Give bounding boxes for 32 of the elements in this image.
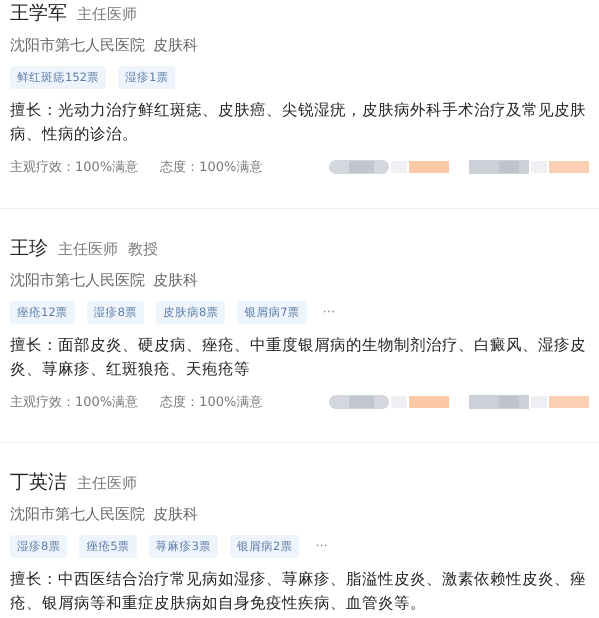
- vote-tag: 荨麻疹3票: [148, 535, 218, 558]
- vote-tag: 皮肤病8票: [156, 301, 226, 324]
- hospital-name: 沈阳市第七人民医院: [10, 270, 145, 290]
- specialty-text: 擅长：面部皮炎、硬皮病、痤疮、中重度银屑病的生物制剂治疗、白癜风、湿疹皮炎、荨麻疹、红斑狼疮、天疱疮等: [10, 335, 587, 380]
- more-button[interactable]: ···: [311, 539, 332, 554]
- efficacy-rating: 主观疗效：100%满意: [10, 159, 138, 176]
- doctor-title: 主任医师: [58, 240, 118, 259]
- doctor-name: 王学军: [10, 1, 67, 26]
- efficacy-rating: 主观疗效：100%满意: [10, 394, 138, 411]
- department-name: 皮肤科: [153, 504, 198, 524]
- vote-tag: 痤疮12票: [10, 301, 75, 324]
- vote-tag: 鲜红斑痣152票: [10, 66, 106, 89]
- doctor-title: 教授: [128, 240, 158, 259]
- hospital-name: 沈阳市第七人民医院: [10, 504, 145, 524]
- specialty-text: 擅长：光动力治疗鲜红斑痣、皮肤癌、尖锐湿疣，皮肤病外科手术治疗及常见皮肤病、性病的诊治。: [10, 100, 587, 145]
- vote-tag: 湿疹8票: [86, 301, 144, 324]
- specialty-text: 擅长：中西医结合治疗常见病如湿疹、荨麻疹、脂溢性皮炎、激素依赖性皮炎、痤疮、银屑病等和重症皮肤病如自身免疫性疾病、血管炎等。: [10, 569, 587, 614]
- vote-tag: 湿疹1票: [118, 66, 176, 89]
- attitude-rating: 态度：100%满意: [160, 159, 262, 176]
- vote-tag: 痤疮5票: [79, 535, 137, 558]
- vote-tag: 湿疹8票: [10, 535, 68, 558]
- doctor-name: 王珍: [10, 236, 48, 261]
- doctor-title: 主任医师: [77, 474, 137, 493]
- vote-tag: 银屑病2票: [230, 535, 300, 558]
- more-button[interactable]: ···: [318, 305, 340, 320]
- hospital-name: 沈阳市第七人民医院: [10, 36, 145, 54]
- attitude-rating: 态度：100%满意: [160, 394, 262, 411]
- doctor-name: 丁英洁: [10, 470, 67, 495]
- department-name: 皮肤科: [153, 36, 198, 54]
- department-name: 皮肤科: [153, 270, 198, 290]
- doctor-title: 主任医师: [77, 5, 137, 24]
- vote-tag: 银屑病7票: [237, 301, 307, 324]
